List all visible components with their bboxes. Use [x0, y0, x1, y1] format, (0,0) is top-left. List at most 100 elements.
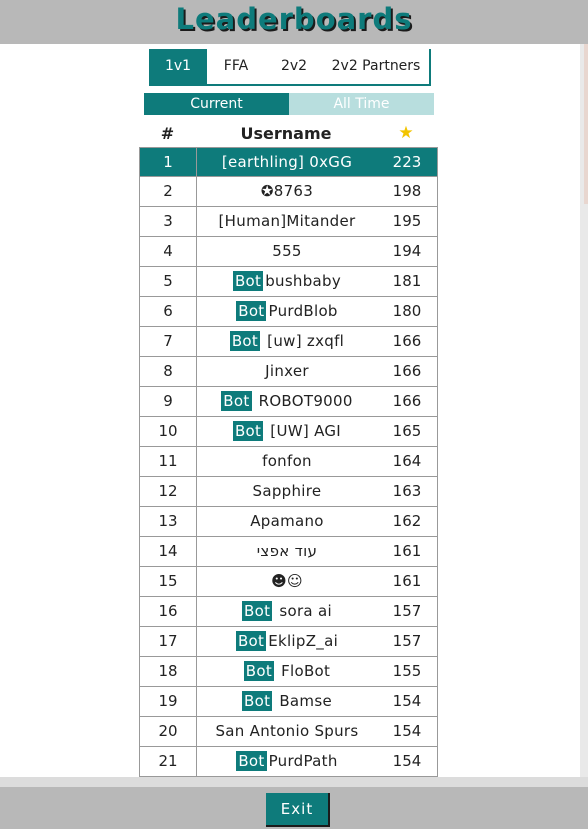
star-count-cell: 157 [392, 632, 422, 650]
username-cell[interactable]: Bot EklipZ_ai [197, 627, 377, 656]
tab-2v2-partners[interactable]: 2v2 Partners [323, 49, 429, 84]
username-cell[interactable]: fonfon [197, 447, 377, 476]
username-cell[interactable]: Jinxer [197, 357, 377, 386]
table-row[interactable]: 9 Bot ROBOT9000 166 [139, 387, 438, 417]
username-cell[interactable]: San Antonio Spurs [197, 717, 377, 746]
username-cell[interactable]: Apamano [197, 507, 377, 536]
username-text: Jinxer [265, 362, 309, 380]
rank-cell: 3 [140, 207, 197, 236]
table-row[interactable]: 8 Jinxer 166 [139, 357, 438, 387]
username-cell[interactable]: Bot Bamse [197, 687, 377, 716]
leaderboard-table: 1 [earthling] 0xGG 223 2 ✪8763 198 3 [Human]Mit… [139, 147, 438, 777]
rank-cell: 9 [140, 387, 197, 416]
username-cell[interactable]: Bot ROBOT9000 [197, 387, 377, 416]
table-row[interactable]: 2 ✪8763 198 [139, 177, 438, 207]
table-row[interactable]: 13 Apamano 162 [139, 507, 438, 537]
table-row[interactable]: 20 San Antonio Spurs 154 [139, 717, 438, 747]
username-text: עוד אפצי [256, 542, 318, 560]
username-text: EklipZ_ai [268, 632, 339, 650]
rank-cell: 11 [140, 447, 197, 476]
username-cell[interactable]: Bot [uw] zxqfl [197, 327, 377, 356]
username-text: ✪8763 [260, 182, 314, 200]
star-count-cell: 166 [392, 362, 422, 380]
rank-cell: 16 [140, 597, 197, 626]
table-row[interactable]: 12 Sapphire 163 [139, 477, 438, 507]
username-text: ROBOT9000 [253, 392, 353, 410]
username-cell[interactable]: Bot bushbaby [197, 267, 377, 296]
table-row[interactable]: 21 Bot PurdPath 154 [139, 747, 438, 777]
table-row[interactable]: 4 555 194 [139, 237, 438, 267]
username-cell[interactable]: [earthling] 0xGG [197, 148, 377, 177]
star-count-cell: 195 [392, 212, 422, 230]
table-row[interactable]: 18 Bot FloBot 155 [139, 657, 438, 687]
username-text: PurdBlob [268, 302, 338, 320]
table-row[interactable]: 5 Bot bushbaby 181 [139, 267, 438, 297]
tab-ffa[interactable]: FFA [207, 49, 265, 84]
rank-cell: 18 [140, 657, 197, 686]
username-cell[interactable]: [Human]Mitander [197, 207, 377, 236]
table-row[interactable]: 10 Bot [UW] AGI 165 [139, 417, 438, 447]
username-cell[interactable]: Bot PurdBlob [197, 297, 377, 326]
rank-cell: 10 [140, 417, 197, 446]
rank-cell: 15 [140, 567, 197, 596]
bot-badge: Bot [229, 331, 261, 351]
page-title: Leaderboards [175, 2, 413, 36]
username-cell[interactable]: 555 [197, 237, 377, 266]
bot-badge: Bot [232, 271, 264, 291]
bot-badge: Bot [236, 301, 267, 321]
tab-1v1[interactable]: 1v1 [149, 49, 207, 84]
table-row[interactable]: 3 [Human]Mitander 195 [139, 207, 438, 237]
table-row[interactable]: 6 Bot PurdBlob 180 [139, 297, 438, 327]
username-text: [uw] zxqfl [262, 332, 345, 350]
rank-cell: 6 [140, 297, 197, 326]
star-count-cell: 223 [392, 153, 422, 171]
username-cell[interactable]: Sapphire [197, 477, 377, 506]
table-row[interactable]: 17 Bot EklipZ_ai 157 [139, 627, 438, 657]
rank-cell: 19 [140, 687, 197, 716]
rank-cell: 13 [140, 507, 197, 536]
tab-2v2[interactable]: 2v2 [265, 49, 323, 84]
star-count-cell: 157 [392, 602, 422, 620]
username-text: sora ai [274, 602, 332, 620]
username-cell[interactable]: Bot PurdPath [197, 747, 377, 776]
table-row[interactable]: 19 Bot Bamse 154 [139, 687, 438, 717]
table-row[interactable]: 15 ☻☺ 161 [139, 567, 438, 597]
username-text: PurdPath [268, 752, 338, 770]
table-header: # Username ★ [139, 120, 438, 147]
table-row[interactable]: 1 [earthling] 0xGG 223 [139, 147, 438, 177]
username-text: Bamse [274, 692, 332, 710]
bot-badge: Bot [236, 751, 267, 771]
star-count-cell: 166 [392, 332, 422, 350]
star-count-cell: 154 [392, 692, 422, 710]
bot-badge: Bot [242, 691, 273, 711]
username-cell[interactable]: ✪8763 [197, 177, 377, 206]
scrollbar-thumb[interactable] [584, 44, 588, 204]
rank-cell: 8 [140, 357, 197, 386]
username-text: [earthling] 0xGG [221, 153, 353, 171]
table-row[interactable]: 11 fonfon 164 [139, 447, 438, 477]
table-row[interactable]: 16 Bot sora ai 157 [139, 597, 438, 627]
username-cell[interactable]: Bot sora ai [197, 597, 377, 626]
table-row[interactable]: 14 עוד אפצי 161 [139, 537, 438, 567]
exit-button[interactable]: Exit [266, 793, 330, 827]
username-text: 555 [272, 242, 302, 260]
username-text: [UW] AGI [265, 422, 342, 440]
bot-badge: Bot [242, 601, 273, 621]
period-tabs: Current All Time [144, 93, 434, 115]
username-cell[interactable]: ☻☺ [197, 567, 377, 596]
rank-cell: 1 [140, 148, 197, 177]
tab-current[interactable]: Current [144, 93, 289, 115]
username-cell[interactable]: Bot [UW] AGI [197, 417, 377, 446]
rank-column-header: # [160, 124, 175, 143]
star-count-cell: 161 [392, 572, 422, 590]
username-text: San Antonio Spurs [215, 722, 359, 740]
horizontal-scrollbar[interactable] [0, 777, 588, 787]
username-cell[interactable]: עוד אפצי [197, 537, 377, 566]
rank-cell: 12 [140, 477, 197, 506]
star-count-cell: 164 [392, 452, 422, 470]
tab-all-time[interactable]: All Time [289, 93, 434, 115]
star-count-cell: 163 [392, 482, 422, 500]
username-cell[interactable]: Bot FloBot [197, 657, 377, 686]
rank-cell: 17 [140, 627, 197, 656]
table-row[interactable]: 7 Bot [uw] zxqfl 166 [139, 327, 438, 357]
